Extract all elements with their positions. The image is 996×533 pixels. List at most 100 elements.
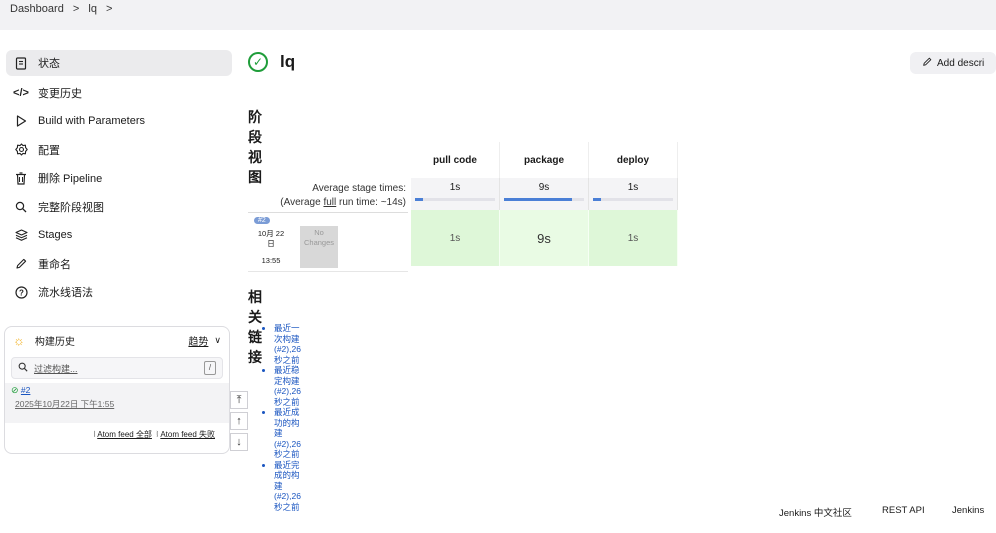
build-history-panel: ☼ 构建历史 趋势 ∨ 过滤构建... / ⊘ #2 2025年10月22日 下… [4,326,230,454]
sidebar-item-label: Build with Parameters [38,115,145,127]
help-icon: ? [14,285,28,299]
atom-feeds: ⦚ Atom feed 全部 ⦚ Atom feed 失败 [5,423,229,440]
sidebar-item-stages[interactable]: Stages [6,223,232,247]
sidebar-item-status[interactable]: 状态 [6,50,232,76]
build-date-line2: 日 [267,239,275,248]
related-link-last-successful[interactable]: 最近成功的构建(#2),26 秒之前 [274,407,301,460]
trend-link[interactable]: 趋势 [188,333,208,348]
build-history-title: 构建历史 [34,336,75,348]
related-link-last-completed[interactable]: 最近完成的构建(#2),26 秒之前 [274,460,301,513]
build-filter-input[interactable]: 过滤构建... / [11,357,223,379]
job-title: lq [280,52,296,71]
stage-average: 9s [500,178,589,210]
atom-feed-all-link[interactable]: Atom feed 全部 [97,430,152,439]
scroll-up-button[interactable]: ↑ [230,412,248,430]
build-datetime: 10月 22 日 13:55 [257,229,285,266]
stage-progress-track [504,198,584,201]
scroll-to-top-button[interactable]: ⤒ [230,391,248,409]
no-changes-box: No Changes [300,226,338,268]
breadcrumb-separator: > [72,3,80,15]
code-icon: </> [13,86,29,99]
search-icon [18,362,28,375]
sidebar-item-label: 重命名 [38,258,71,271]
shortcut-key: / [204,361,216,375]
stage-build-row[interactable]: #2 10月 22 日 13:55 No Changes [248,212,408,272]
stage-column-deploy: deploy 1s 1s [589,142,678,266]
breadcrumb-job[interactable]: lq [88,3,97,15]
stage-cell[interactable]: 9s [500,210,589,266]
stage-view-heading: 阶段视图 [248,109,262,185]
stage-header: deploy [589,142,678,178]
rss-icon: ⦚ [93,430,96,439]
add-description-button[interactable]: Add descri [910,52,996,74]
success-check-icon: ✓ [248,52,268,72]
sidebar-item-label: Stages [38,229,73,241]
search-icon [14,200,28,214]
sidebar-item-build-with-parameters[interactable]: Build with Parameters [6,109,232,133]
sidebar-item-label: 配置 [38,144,60,157]
build-date-line1: 10月 22 [257,229,285,238]
related-links-list: 最近一次构建(#2),26 秒之前 最近稳定构建(#2),26 秒之前 最近成功… [260,323,301,512]
stage-header: package [500,142,589,178]
build-time: 13:55 [261,256,281,265]
stage-progress-fill [415,198,423,201]
gear-icon [14,143,28,157]
top-bar: Dashboard > lq > [0,0,996,30]
related-link-last-stable[interactable]: 最近稳定构建(#2),26 秒之前 [274,365,301,407]
play-icon [14,114,28,128]
pencil-icon [922,57,932,70]
sidebar-item-delete-pipeline[interactable]: 删除 Pipeline [6,166,232,190]
build-history-row[interactable]: ⊘ #2 2025年10月22日 下午1:55 [5,383,229,423]
footer-community-link[interactable]: Jenkins 中文社区 [779,505,852,519]
stage-average-time: 1s [449,182,461,193]
sidebar-item-configure[interactable]: 配置 [6,138,232,162]
document-icon [14,56,28,70]
sun-icon: ☼ [13,332,25,348]
related-link-last-build[interactable]: 最近一次构建(#2),26 秒之前 [274,323,301,365]
stage-average: 1s [411,178,500,210]
breadcrumb: Dashboard > lq > [10,3,118,15]
stage-column-pull-code: pull code 1s 1s [411,142,500,266]
full-run-link[interactable]: full [323,197,336,208]
rss-icon: ⦚ [156,430,159,439]
add-description-label: Add descri [937,57,985,69]
sidebar-item-label: 完整阶段视图 [38,201,104,214]
sidebar-item-changes[interactable]: </> 变更历史 [6,81,232,105]
job-title-row: ✓ lq [248,52,295,72]
stage-progress-track [415,198,495,201]
build-date-link[interactable]: 2025年10月22日 下午1:55 [15,398,223,410]
filter-placeholder: 过滤构建... [34,363,78,374]
average-run-prefix: (Average [280,197,324,208]
stage-progress-track [593,198,673,201]
breadcrumb-dashboard[interactable]: Dashboard [10,3,64,15]
sidebar-item-label: 流水线语法 [38,287,93,299]
pencil-icon [14,257,28,271]
build-history-header: ☼ 构建历史 趋势 ∨ [5,327,229,353]
average-labels: Average stage times: (Average full run t… [248,182,406,210]
sidebar: 状态 </> 变更历史 Build with Parameters 配置 删除 … [6,50,232,309]
footer-jenkins-version[interactable]: Jenkins [952,505,984,516]
stage-cell[interactable]: 1s [411,210,500,266]
no-changes-line2: Changes [303,238,335,247]
stage-average-time: 1s [627,182,639,193]
trash-icon [14,171,28,185]
scroll-down-button[interactable]: ↓ [230,433,248,451]
footer-rest-api-link[interactable]: REST API [882,505,925,516]
build-badge[interactable]: #2 [254,217,270,224]
sidebar-item-label: 删除 Pipeline [38,173,103,185]
chevron-down-icon[interactable]: ∨ [214,335,221,346]
build-number-link[interactable]: #2 [21,385,30,395]
stage-cell[interactable]: 1s [589,210,678,266]
sidebar-item-full-stage-view[interactable]: 完整阶段视图 [6,195,232,219]
stage-header: pull code [411,142,500,178]
sidebar-item-label: 变更历史 [38,87,82,100]
layers-icon [14,228,28,242]
svg-text:?: ? [19,288,24,297]
sidebar-item-rename[interactable]: 重命名 [6,252,232,276]
stage-average-time: 9s [538,182,550,193]
atom-feed-failed-link[interactable]: Atom feed 失败 [160,430,215,439]
sidebar-item-pipeline-syntax[interactable]: ? 流水线语法 [6,280,232,304]
success-icon: ⊘ [11,385,19,395]
average-run-time-label: (Average full run time: ~14s) [248,196,406,210]
stage-progress-fill [504,198,572,201]
